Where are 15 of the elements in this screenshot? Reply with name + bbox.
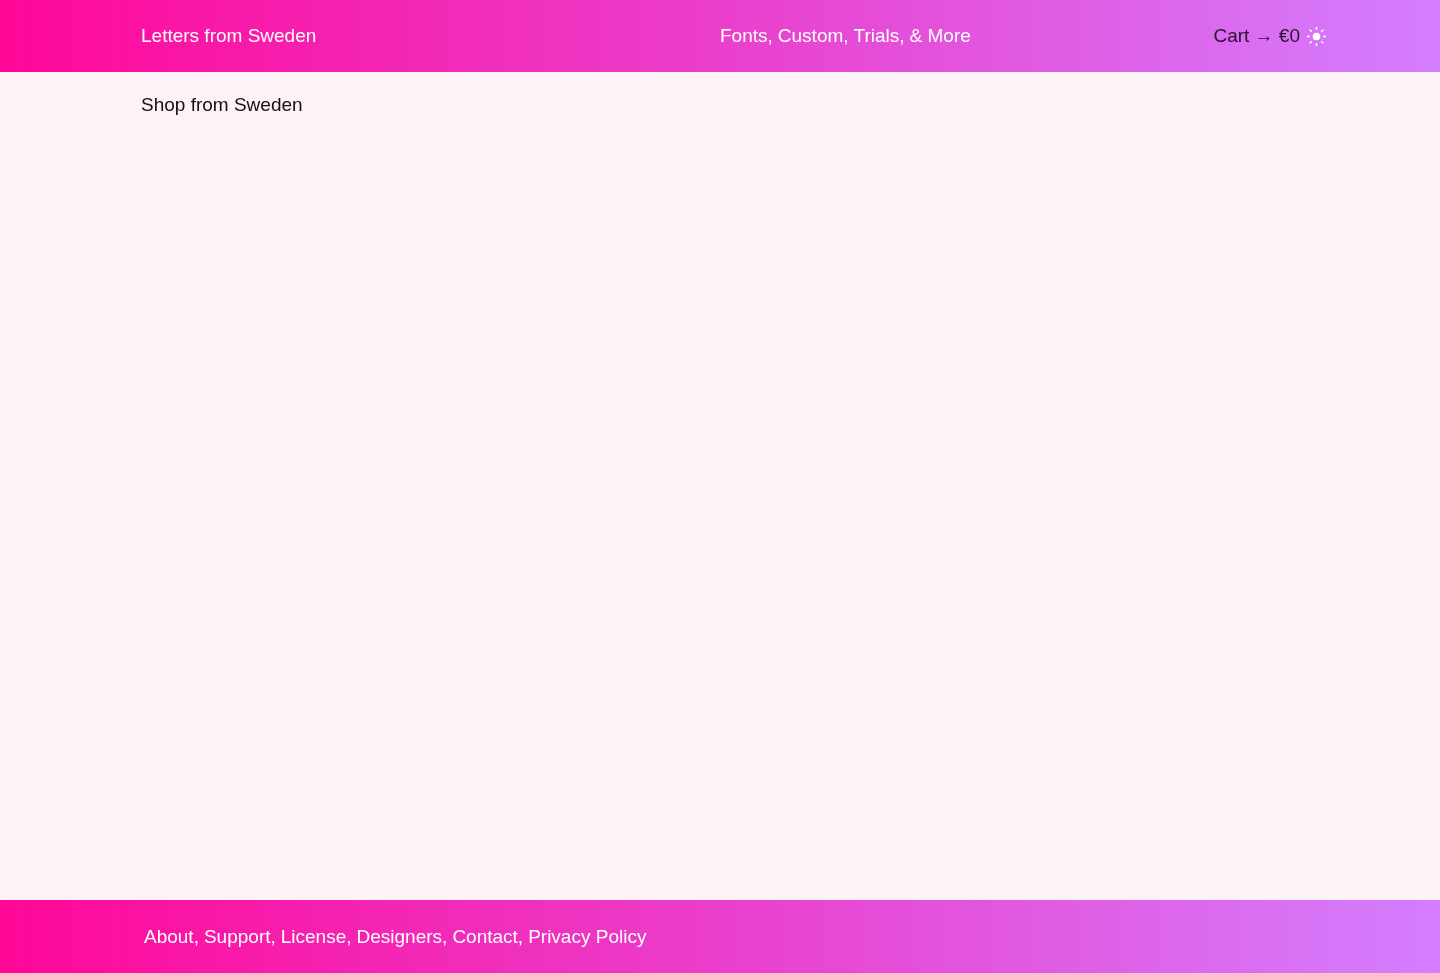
footer-link[interactable]: License,	[280, 925, 352, 948]
site-title-link[interactable]: Letters from Sweden	[141, 25, 317, 47]
footer-link[interactable]: Designers,	[356, 925, 448, 948]
nav-link[interactable]: & More	[909, 25, 971, 47]
nav-link[interactable]: Custom,	[777, 25, 849, 47]
footer-link[interactable]: Support,	[203, 925, 276, 948]
footer-link[interactable]: Contact,	[452, 925, 524, 948]
footer-link[interactable]: Privacy Policy	[528, 925, 647, 948]
sun-icon	[1307, 26, 1326, 46]
nav-link[interactable]: Fonts,	[720, 25, 773, 47]
nav-link[interactable]: Trials,	[853, 25, 905, 47]
cart-link[interactable]: Cart → €0	[1213, 25, 1300, 47]
footer-link[interactable]: About,	[144, 925, 199, 948]
page-heading: Shop from Sweden	[141, 94, 303, 116]
theme-toggle-button[interactable]	[1307, 26, 1326, 46]
